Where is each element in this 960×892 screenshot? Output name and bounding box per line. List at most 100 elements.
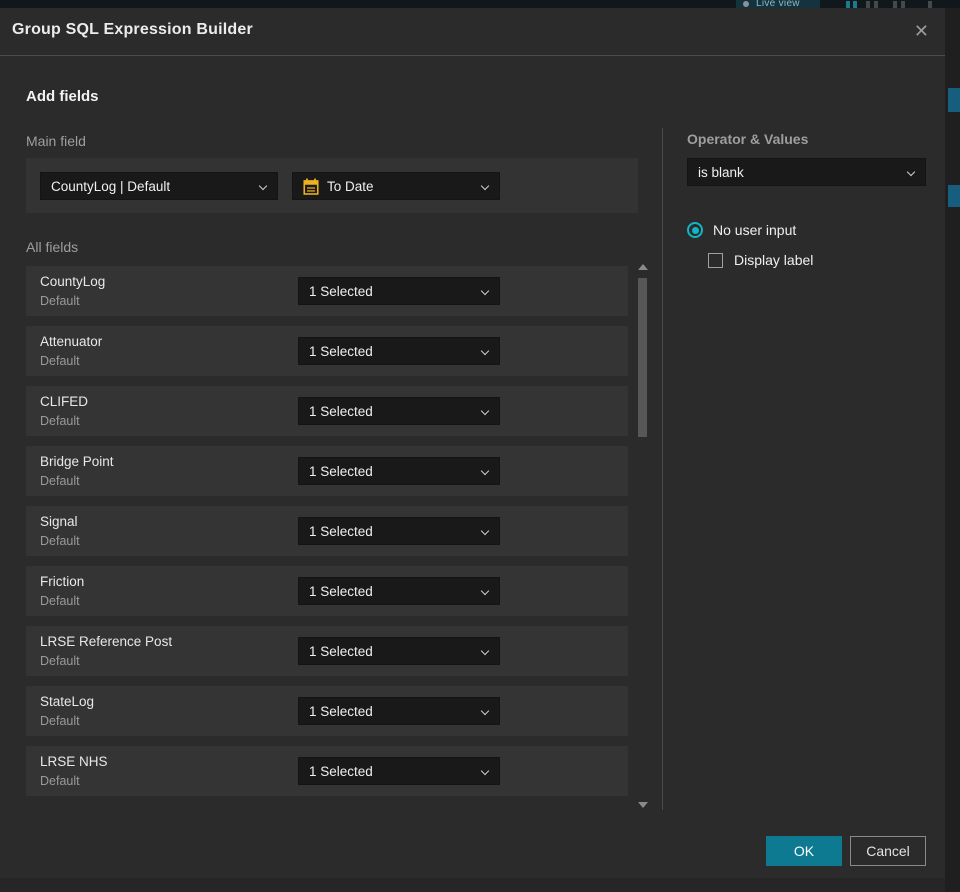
cancel-button[interactable]: Cancel (850, 836, 926, 866)
field-subtitle: Default (40, 294, 80, 308)
field-values-select[interactable]: 1 Selected (298, 277, 500, 305)
toolbar-bar-icon (846, 1, 850, 8)
field-name: Friction (40, 574, 85, 589)
field-values-select-value: 1 Selected (309, 763, 373, 779)
main-field-label: Main field (26, 133, 86, 149)
display-label-label: Display label (734, 252, 814, 268)
live-view-button[interactable]: Live view (736, 0, 820, 8)
field-name: LRSE NHS (40, 754, 108, 769)
field-row-signal: Signal Default 1 Selected (26, 506, 628, 556)
field-values-select-value: 1 Selected (309, 583, 373, 599)
field-name: StateLog (40, 694, 95, 709)
chevron-down-icon (480, 406, 490, 416)
close-icon[interactable]: ✕ (914, 19, 929, 43)
field-values-select[interactable]: 1 Selected (298, 757, 500, 785)
scrollbar-thumb[interactable] (638, 278, 647, 437)
no-user-input-label: No user input (713, 222, 797, 238)
field-subtitle: Default (40, 354, 80, 368)
display-label-checkbox[interactable]: Display label (708, 252, 813, 268)
chevron-down-icon (480, 526, 490, 536)
field-values-select[interactable]: 1 Selected (298, 577, 500, 605)
main-field-select-value: CountyLog | Default (51, 178, 171, 194)
live-view-label: Live view (756, 0, 800, 8)
field-values-select[interactable]: 1 Selected (298, 397, 500, 425)
background-right-strip (945, 8, 960, 892)
chevron-down-icon (480, 646, 490, 656)
main-field-row: CountyLog | Default To Date (26, 158, 638, 213)
field-values-select[interactable]: 1 Selected (298, 517, 500, 545)
field-row-lrse-reference-post: LRSE Reference Post Default 1 Selected (26, 626, 628, 676)
field-values-select[interactable]: 1 Selected (298, 337, 500, 365)
group-sql-expression-builder-dialog: Group SQL Expression Builder ✕ Add field… (0, 8, 945, 878)
field-values-select-value: 1 Selected (309, 643, 373, 659)
chevron-down-icon (480, 706, 490, 716)
calendar-icon (303, 178, 319, 195)
field-type-select-value: To Date (327, 178, 374, 194)
field-subtitle: Default (40, 714, 80, 728)
chevron-down-icon (906, 167, 916, 177)
chevron-down-icon (480, 586, 490, 596)
field-row-lrse-nhs: LRSE NHS Default 1 Selected (26, 746, 628, 796)
panel-divider (662, 128, 663, 810)
no-user-input-radio[interactable]: No user input (687, 222, 796, 238)
operator-values-heading: Operator & Values (687, 131, 809, 147)
scrollbar-down-arrow[interactable] (638, 802, 648, 808)
field-row-countylog: CountyLog Default 1 Selected (26, 266, 628, 316)
radio-selected-icon (687, 222, 703, 238)
toolbar-bar-icon (866, 1, 870, 8)
background-toolbar-strip: Live view (0, 0, 960, 8)
dialog-titlebar: Group SQL Expression Builder ✕ (0, 8, 945, 56)
background-panel-fragment (948, 88, 960, 112)
dialog-title: Group SQL Expression Builder (12, 21, 253, 38)
add-fields-heading: Add fields (26, 88, 99, 105)
field-values-select[interactable]: 1 Selected (298, 457, 500, 485)
field-subtitle: Default (40, 414, 80, 428)
field-subtitle: Default (40, 474, 80, 488)
field-values-select[interactable]: 1 Selected (298, 637, 500, 665)
field-row-friction: Friction Default 1 Selected (26, 566, 628, 616)
field-name: Bridge Point (40, 454, 114, 469)
background-panel-fragment (948, 185, 960, 207)
field-values-select-value: 1 Selected (309, 403, 373, 419)
checkbox-unchecked-icon (708, 252, 723, 268)
field-name: CountyLog (40, 274, 106, 289)
field-row-statelog: StateLog Default 1 Selected (26, 686, 628, 736)
background-bottom-strip (0, 878, 945, 892)
field-type-select[interactable]: To Date (292, 172, 500, 200)
toolbar-bar-icon (853, 1, 857, 8)
chevron-down-icon (480, 466, 490, 476)
field-subtitle: Default (40, 774, 80, 788)
field-values-select-value: 1 Selected (309, 343, 373, 359)
main-field-select[interactable]: CountyLog | Default (40, 172, 278, 200)
field-row-clifed: CLIFED Default 1 Selected (26, 386, 628, 436)
ok-button[interactable]: OK (766, 836, 842, 866)
chevron-down-icon (480, 181, 490, 191)
field-row-bridge-point: Bridge Point Default 1 Selected (26, 446, 628, 496)
chevron-down-icon (480, 766, 490, 776)
field-row-attenuator: Attenuator Default 1 Selected (26, 326, 628, 376)
field-subtitle: Default (40, 534, 80, 548)
all-fields-label: All fields (26, 239, 79, 255)
field-subtitle: Default (40, 594, 80, 608)
field-values-select-value: 1 Selected (309, 523, 373, 539)
operator-select[interactable]: is blank (687, 158, 926, 186)
toolbar-bar-icon (874, 1, 878, 8)
operator-select-value: is blank (698, 164, 744, 180)
field-subtitle: Default (40, 654, 80, 668)
field-values-select-value: 1 Selected (309, 703, 373, 719)
field-values-select[interactable]: 1 Selected (298, 697, 500, 725)
toolbar-bar-icon (901, 1, 905, 8)
live-view-dot-icon (743, 1, 749, 7)
chevron-down-icon (480, 346, 490, 356)
field-name: CLIFED (40, 394, 89, 409)
field-name: Signal (40, 514, 78, 529)
chevron-down-icon (480, 286, 490, 296)
chevron-down-icon (258, 181, 268, 191)
toolbar-bar-icon (893, 1, 897, 8)
field-name: LRSE Reference Post (40, 634, 173, 649)
toolbar-bar-icon (928, 1, 932, 8)
scrollbar-up-arrow[interactable] (638, 264, 648, 270)
field-values-select-value: 1 Selected (309, 463, 373, 479)
field-values-select-value: 1 Selected (309, 283, 373, 299)
field-name: Attenuator (40, 334, 103, 349)
